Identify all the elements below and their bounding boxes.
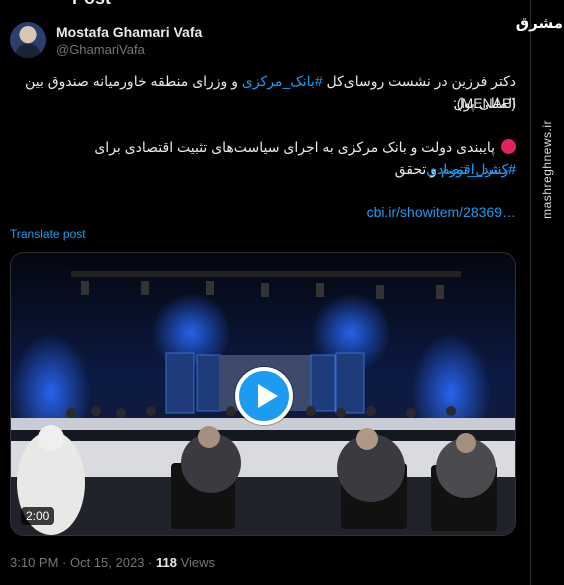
tweet-text-line-4: #رشد_اقتصادی — [16, 158, 516, 180]
views-label: Views — [176, 555, 216, 570]
video-player[interactable]: 2:00 — [10, 252, 516, 536]
hashtag-link[interactable]: #رشد_اقتصادی — [426, 161, 516, 177]
play-button[interactable] — [235, 367, 293, 425]
header-bar: Post — [0, 0, 530, 8]
watermark-logo: مشرق — [515, 15, 563, 32]
video-duration: 2:00 — [21, 507, 55, 525]
watermark-strip: مشرق mashreghnews.ir — [515, 0, 564, 585]
tweet-text-segment: پایبندی دولت و بانک مرکزی به اجرای سیاست… — [94, 139, 495, 155]
tweet-link[interactable]: cbi.ir/showitem/28369… — [367, 204, 516, 220]
translate-post-link[interactable]: Translate post — [10, 227, 86, 241]
post-timestamp[interactable]: 3:10 PM · Oct 15, 2023 · — [10, 555, 156, 570]
author-name[interactable]: Mostafa Ghamari Vafa — [56, 24, 202, 40]
tweet-text-line-2: (MENAP): — [452, 95, 516, 111]
tweet-text-segment: دکتر فرزین در نشست روسای‌کل — [322, 73, 516, 89]
author-handle[interactable]: @GhamariVafa — [56, 42, 145, 57]
watermark-site: mashreghnews.ir — [540, 120, 554, 219]
avatar[interactable] — [10, 22, 46, 58]
red-circle-icon — [501, 139, 516, 154]
page-title: Post — [72, 0, 111, 8]
post-meta: 3:10 PM · Oct 15, 2023 · 118 Views — [10, 555, 215, 570]
views-count: 118 — [155, 555, 177, 570]
hashtag-link[interactable]: #بانک_مرکزی — [242, 73, 323, 89]
